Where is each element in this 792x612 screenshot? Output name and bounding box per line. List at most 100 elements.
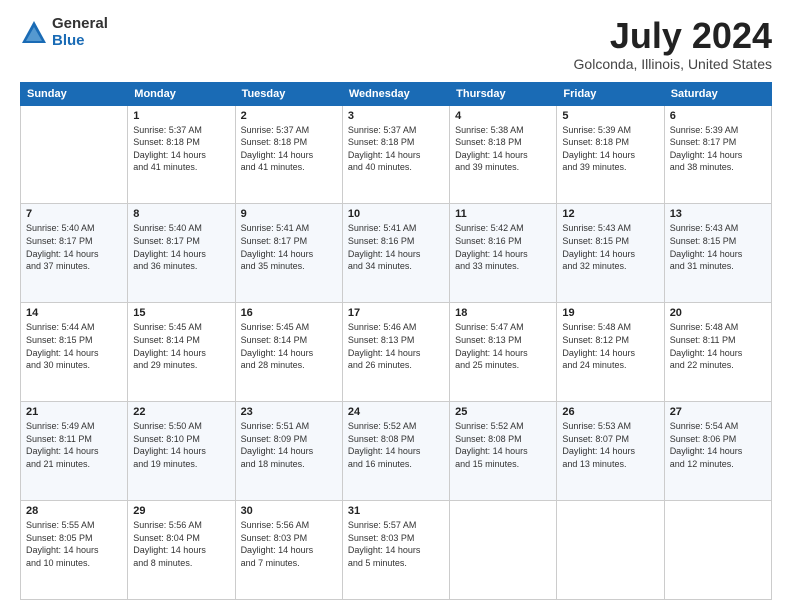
day-info: Sunrise: 5:47 AM Sunset: 8:13 PM Dayligh…: [455, 321, 551, 371]
day-number: 10: [348, 208, 444, 220]
calendar-week-3: 14Sunrise: 5:44 AM Sunset: 8:15 PM Dayli…: [21, 303, 772, 402]
logo-text: General Blue: [52, 16, 108, 49]
day-info: Sunrise: 5:45 AM Sunset: 8:14 PM Dayligh…: [133, 321, 229, 371]
calendar-cell-w2-d4: 11Sunrise: 5:42 AM Sunset: 8:16 PM Dayli…: [450, 204, 557, 303]
day-number: 31: [348, 505, 444, 517]
day-number: 15: [133, 307, 229, 319]
calendar-cell-w3-d0: 14Sunrise: 5:44 AM Sunset: 8:15 PM Dayli…: [21, 303, 128, 402]
calendar-cell-w1-d5: 5 Sunrise: 5:39 AM Sunset: 8:18 PM Daylig…: [557, 105, 664, 204]
day-number: 28: [26, 505, 122, 517]
calendar-cell-w5-d3: 31 Sunrise: 5:57 AM Sunset: 8:03 PM Dayli…: [342, 501, 449, 600]
day-info: Sunrise: 5:43 AM Sunset: 8:15 PM Dayligh…: [562, 222, 658, 272]
calendar-cell-w2-d2: 9Sunrise: 5:41 AM Sunset: 8:17 PM Daylig…: [235, 204, 342, 303]
day-number: 24: [348, 406, 444, 418]
col-saturday: Saturday: [664, 82, 771, 105]
day-number: 21: [26, 406, 122, 418]
day-info: Sunrise: 5:56 AM Sunset: 8:03 PM Dayligh…: [241, 519, 337, 569]
logo-icon: [20, 19, 48, 47]
calendar-week-1: 1 Sunrise: 5:37 AM Sunset: 8:18 PM Daylig…: [21, 105, 772, 204]
day-info: Sunrise: 5:39 AM Sunset: 8:17 PM Dayligh…: [670, 124, 766, 174]
page: General Blue July 2024 Golconda, Illinoi…: [0, 0, 792, 612]
day-number: 25: [455, 406, 551, 418]
calendar-cell-w3-d3: 17 Sunrise: 5:46 AM Sunset: 8:13 PM Dayli…: [342, 303, 449, 402]
day-info: Sunrise: 5:52 AM Sunset: 8:08 PM Dayligh…: [348, 420, 444, 470]
day-info: Sunrise: 5:43 AM Sunset: 8:15 PM Dayligh…: [670, 222, 766, 272]
calendar-cell-w2-d6: 13 Sunrise: 5:43 AM Sunset: 8:15 PM Dayli…: [664, 204, 771, 303]
calendar-table: Sunday Monday Tuesday Wednesday Thursday…: [20, 82, 772, 600]
day-number: 19: [562, 307, 658, 319]
day-number: 22: [133, 406, 229, 418]
calendar-week-2: 7Sunrise: 5:40 AM Sunset: 8:17 PM Daylig…: [21, 204, 772, 303]
col-thursday: Thursday: [450, 82, 557, 105]
day-info: Sunrise: 5:51 AM Sunset: 8:09 PM Dayligh…: [241, 420, 337, 470]
day-number: 20: [670, 307, 766, 319]
calendar-cell-w4-d1: 22 Sunrise: 5:50 AM Sunset: 8:10 PM Dayli…: [128, 402, 235, 501]
day-number: 2: [241, 110, 337, 122]
calendar-header-row: Sunday Monday Tuesday Wednesday Thursday…: [21, 82, 772, 105]
col-tuesday: Tuesday: [235, 82, 342, 105]
day-number: 3: [348, 110, 444, 122]
day-number: 13: [670, 208, 766, 220]
calendar-cell-w5-d4: [450, 501, 557, 600]
day-info: Sunrise: 5:40 AM Sunset: 8:17 PM Dayligh…: [26, 222, 122, 272]
day-info: Sunrise: 5:49 AM Sunset: 8:11 PM Dayligh…: [26, 420, 122, 470]
day-info: Sunrise: 5:42 AM Sunset: 8:16 PM Dayligh…: [455, 222, 551, 272]
day-number: 17: [348, 307, 444, 319]
day-number: 6: [670, 110, 766, 122]
day-number: 5: [562, 110, 658, 122]
day-number: 1: [133, 110, 229, 122]
day-info: Sunrise: 5:37 AM Sunset: 8:18 PM Dayligh…: [241, 124, 337, 174]
col-friday: Friday: [557, 82, 664, 105]
calendar-cell-w4-d0: 21 Sunrise: 5:49 AM Sunset: 8:11 PM Dayli…: [21, 402, 128, 501]
day-info: Sunrise: 5:46 AM Sunset: 8:13 PM Dayligh…: [348, 321, 444, 371]
calendar-cell-w4-d4: 25Sunrise: 5:52 AM Sunset: 8:08 PM Dayli…: [450, 402, 557, 501]
logo-blue-text: Blue: [52, 33, 108, 50]
day-number: 23: [241, 406, 337, 418]
calendar-cell-w4-d2: 23 Sunrise: 5:51 AM Sunset: 8:09 PM Dayli…: [235, 402, 342, 501]
month-year-title: July 2024: [574, 16, 772, 56]
calendar-cell-w1-d6: 6 Sunrise: 5:39 AM Sunset: 8:17 PM Daylig…: [664, 105, 771, 204]
calendar-cell-w4-d3: 24 Sunrise: 5:52 AM Sunset: 8:08 PM Dayli…: [342, 402, 449, 501]
day-info: Sunrise: 5:39 AM Sunset: 8:18 PM Dayligh…: [562, 124, 658, 174]
calendar-cell-w4-d6: 27Sunrise: 5:54 AM Sunset: 8:06 PM Dayli…: [664, 402, 771, 501]
calendar-cell-w1-d3: 3 Sunrise: 5:37 AM Sunset: 8:18 PM Daylig…: [342, 105, 449, 204]
calendar-cell-w2-d3: 10 Sunrise: 5:41 AM Sunset: 8:16 PM Dayli…: [342, 204, 449, 303]
day-info: Sunrise: 5:50 AM Sunset: 8:10 PM Dayligh…: [133, 420, 229, 470]
calendar-cell-w2-d0: 7Sunrise: 5:40 AM Sunset: 8:17 PM Daylig…: [21, 204, 128, 303]
day-info: Sunrise: 5:37 AM Sunset: 8:18 PM Dayligh…: [348, 124, 444, 174]
calendar-cell-w5-d1: 29Sunrise: 5:56 AM Sunset: 8:04 PM Dayli…: [128, 501, 235, 600]
col-sunday: Sunday: [21, 82, 128, 105]
calendar-week-5: 28Sunrise: 5:55 AM Sunset: 8:05 PM Dayli…: [21, 501, 772, 600]
day-info: Sunrise: 5:53 AM Sunset: 8:07 PM Dayligh…: [562, 420, 658, 470]
calendar-cell-w1-d1: 1Sunrise: 5:37 AM Sunset: 8:18 PM Daylig…: [128, 105, 235, 204]
calendar-cell-w1-d0: [21, 105, 128, 204]
day-info: Sunrise: 5:54 AM Sunset: 8:06 PM Dayligh…: [670, 420, 766, 470]
day-number: 9: [241, 208, 337, 220]
day-info: Sunrise: 5:44 AM Sunset: 8:15 PM Dayligh…: [26, 321, 122, 371]
calendar-cell-w3-d2: 16Sunrise: 5:45 AM Sunset: 8:14 PM Dayli…: [235, 303, 342, 402]
title-block: July 2024 Golconda, Illinois, United Sta…: [574, 16, 772, 72]
calendar-cell-w3-d5: 19 Sunrise: 5:48 AM Sunset: 8:12 PM Dayli…: [557, 303, 664, 402]
calendar-cell-w3-d1: 15 Sunrise: 5:45 AM Sunset: 8:14 PM Dayli…: [128, 303, 235, 402]
day-info: Sunrise: 5:41 AM Sunset: 8:16 PM Dayligh…: [348, 222, 444, 272]
calendar-cell-w5-d2: 30Sunrise: 5:56 AM Sunset: 8:03 PM Dayli…: [235, 501, 342, 600]
calendar-cell-w2-d1: 8Sunrise: 5:40 AM Sunset: 8:17 PM Daylig…: [128, 204, 235, 303]
col-monday: Monday: [128, 82, 235, 105]
day-number: 12: [562, 208, 658, 220]
day-number: 16: [241, 307, 337, 319]
calendar-cell-w2-d5: 12 Sunrise: 5:43 AM Sunset: 8:15 PM Dayli…: [557, 204, 664, 303]
location-subtitle: Golconda, Illinois, United States: [574, 56, 772, 72]
day-number: 26: [562, 406, 658, 418]
calendar-cell-w1-d2: 2 Sunrise: 5:37 AM Sunset: 8:18 PM Daylig…: [235, 105, 342, 204]
logo-general-text: General: [52, 16, 108, 33]
calendar-cell-w3-d6: 20Sunrise: 5:48 AM Sunset: 8:11 PM Dayli…: [664, 303, 771, 402]
logo: General Blue: [20, 16, 108, 49]
day-info: Sunrise: 5:40 AM Sunset: 8:17 PM Dayligh…: [133, 222, 229, 272]
day-info: Sunrise: 5:48 AM Sunset: 8:12 PM Dayligh…: [562, 321, 658, 371]
calendar-cell-w5-d6: [664, 501, 771, 600]
calendar-cell-w3-d4: 18Sunrise: 5:47 AM Sunset: 8:13 PM Dayli…: [450, 303, 557, 402]
day-info: Sunrise: 5:57 AM Sunset: 8:03 PM Dayligh…: [348, 519, 444, 569]
col-wednesday: Wednesday: [342, 82, 449, 105]
calendar-cell-w4-d5: 26 Sunrise: 5:53 AM Sunset: 8:07 PM Dayli…: [557, 402, 664, 501]
header: General Blue July 2024 Golconda, Illinoi…: [20, 16, 772, 72]
